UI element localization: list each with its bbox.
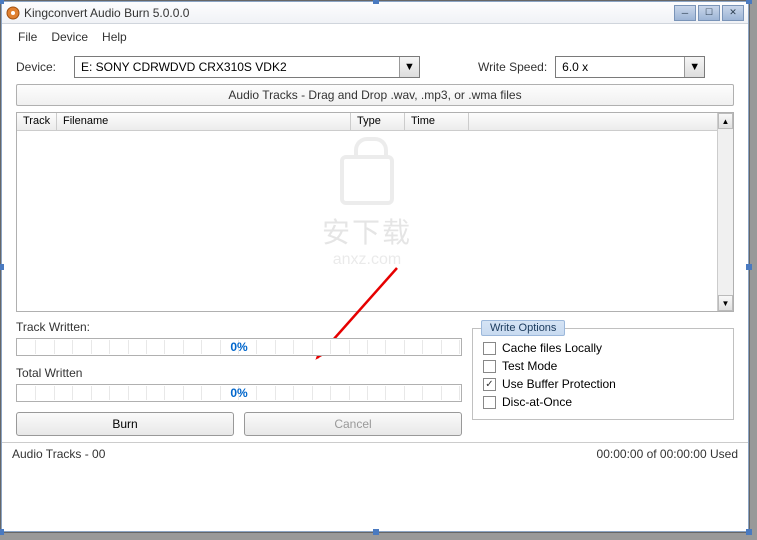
dropdown-icon[interactable]: ▼ — [684, 57, 704, 77]
table-header: Track Filename Type Time — [17, 113, 717, 131]
drag-drop-bar[interactable]: Audio Tracks - Drag and Drop .wav, .mp3,… — [16, 84, 734, 106]
scroll-up-icon[interactable]: ▲ — [718, 113, 733, 129]
statusbar: Audio Tracks - 00 00:00:00 of 00:00:00 U… — [2, 442, 748, 465]
burn-button[interactable]: Burn — [16, 412, 234, 436]
write-options-legend: Write Options — [481, 320, 565, 336]
app-icon — [6, 6, 20, 20]
track-table[interactable]: Track Filename Type Time 安下载 anxz.com ▲ — [16, 112, 734, 312]
testmode-checkbox[interactable] — [483, 360, 496, 373]
menu-file[interactable]: File — [12, 28, 43, 46]
dao-checkbox[interactable] — [483, 396, 496, 409]
col-spacer — [469, 113, 717, 130]
device-select[interactable]: E: SONY CDRWDVD CRX310S VDK2 ▼ — [74, 56, 420, 78]
maximize-button[interactable]: ☐ — [698, 5, 720, 21]
window-title: Kingconvert Audio Burn 5.0.0.0 — [24, 6, 674, 20]
titlebar: Kingconvert Audio Burn 5.0.0.0 ─ ☐ ✕ — [2, 2, 748, 24]
buffer-checkbox[interactable]: ✓ — [483, 378, 496, 391]
writespeed-label: Write Speed: — [478, 60, 547, 74]
status-tracks: Audio Tracks - 00 — [12, 447, 597, 461]
menubar: File Device Help — [2, 24, 748, 52]
testmode-label: Test Mode — [502, 359, 557, 373]
menu-device[interactable]: Device — [45, 28, 94, 46]
status-time: 00:00:00 of 00:00:00 Used — [597, 447, 738, 461]
track-written-percent: 0% — [230, 340, 247, 354]
col-type[interactable]: Type — [351, 113, 405, 130]
writespeed-select[interactable]: 6.0 x ▼ — [555, 56, 705, 78]
dao-label: Disc-at-Once — [502, 395, 572, 409]
col-filename[interactable]: Filename — [57, 113, 351, 130]
close-button[interactable]: ✕ — [722, 5, 744, 21]
device-label: Device: — [16, 60, 66, 74]
watermark: 安下载 anxz.com — [322, 155, 412, 269]
total-written-percent: 0% — [230, 386, 247, 400]
cache-checkbox[interactable] — [483, 342, 496, 355]
cancel-button[interactable]: Cancel — [244, 412, 462, 436]
menu-help[interactable]: Help — [96, 28, 133, 46]
track-written-label: Track Written: — [16, 320, 462, 334]
dropdown-icon[interactable]: ▼ — [399, 57, 419, 77]
total-written-label: Total Written — [16, 366, 462, 380]
track-written-progress: 0% — [16, 338, 462, 356]
vertical-scrollbar[interactable]: ▲ ▼ — [717, 113, 733, 311]
total-written-progress: 0% — [16, 384, 462, 402]
minimize-button[interactable]: ─ — [674, 5, 696, 21]
write-options-group: Write Options Cache files Locally Test M… — [472, 328, 734, 420]
scroll-down-icon[interactable]: ▼ — [718, 295, 733, 311]
col-track[interactable]: Track — [17, 113, 57, 130]
buffer-label: Use Buffer Protection — [502, 377, 616, 391]
cache-label: Cache files Locally — [502, 341, 602, 355]
writespeed-value: 6.0 x — [556, 60, 684, 74]
device-value: E: SONY CDRWDVD CRX310S VDK2 — [75, 60, 399, 74]
col-time[interactable]: Time — [405, 113, 469, 130]
